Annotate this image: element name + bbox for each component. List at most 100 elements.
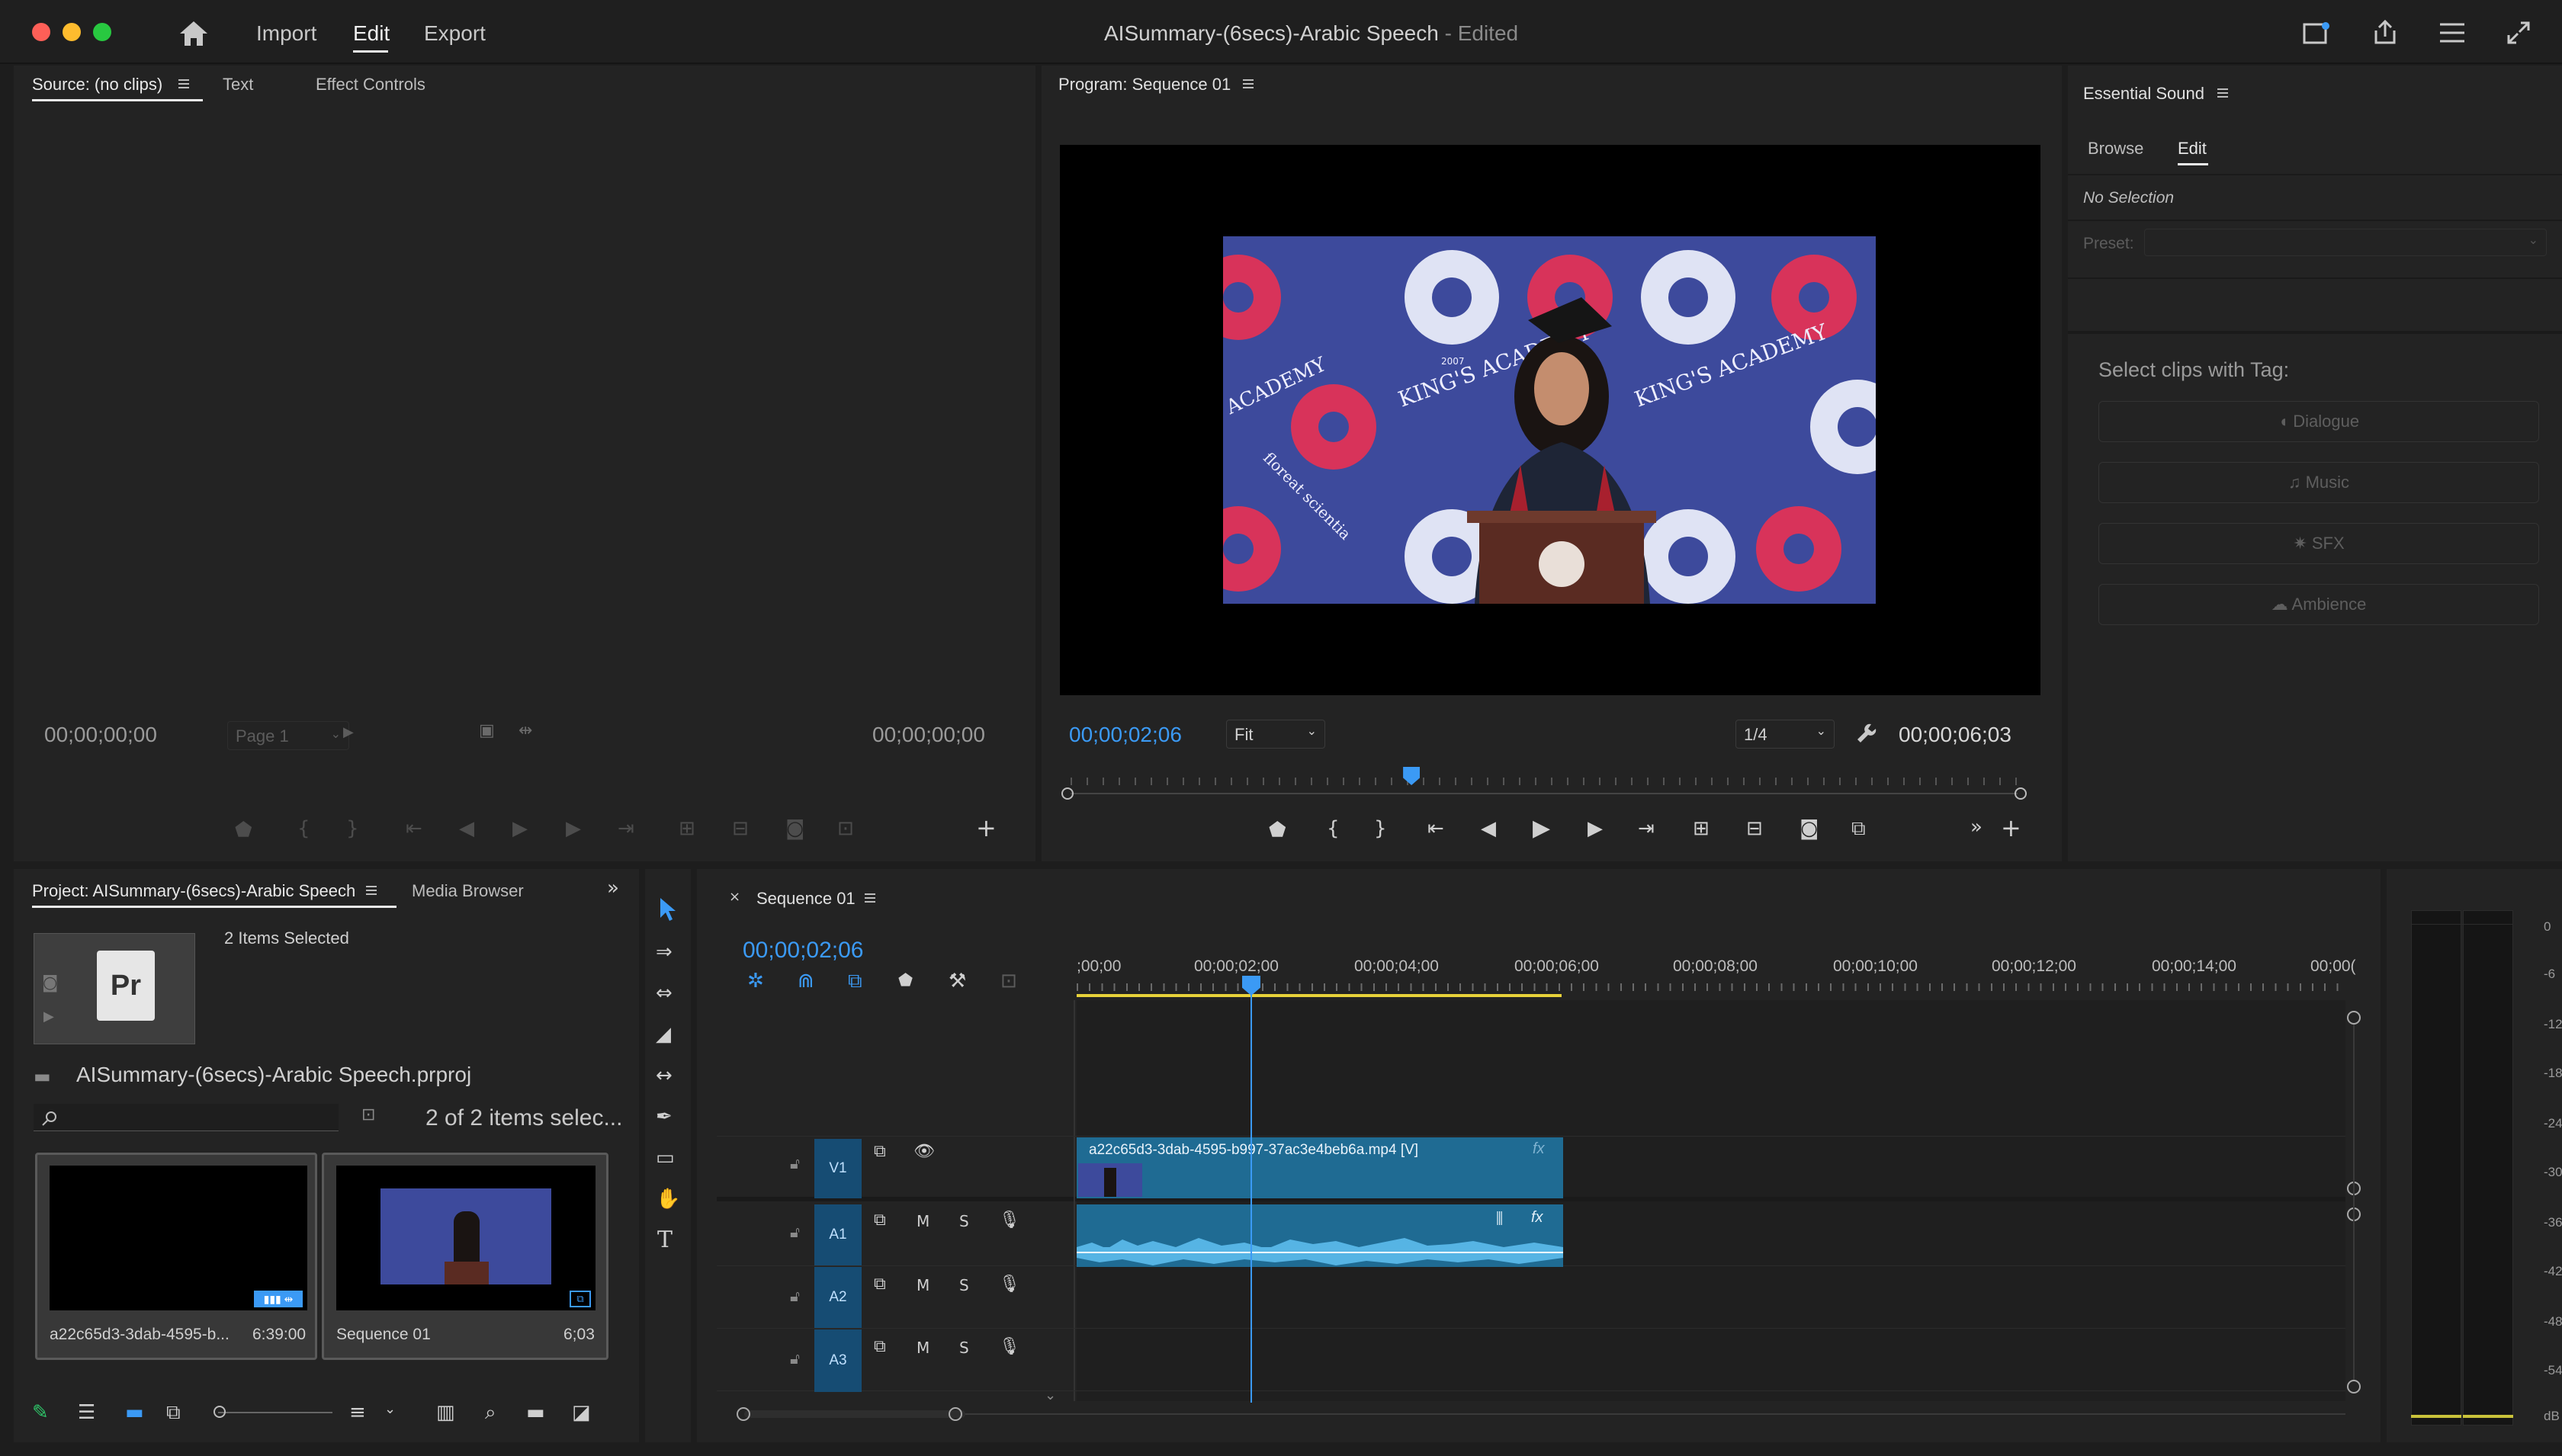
resize-corner-icon[interactable]: ⌄ (1045, 1389, 1056, 1403)
play-icon[interactable]: ▶ (512, 819, 528, 839)
new-item-icon[interactable]: ◪ (572, 1403, 591, 1422)
overwrite-icon[interactable]: ⊟ (732, 819, 749, 839)
tab-project-menu-icon[interactable] (364, 884, 378, 896)
essential-sound-menu-icon[interactable] (2216, 87, 2230, 99)
solo-button[interactable]: S (959, 1340, 969, 1355)
camera-icon[interactable]: ◙ (785, 819, 804, 839)
play-small-icon[interactable]: ▶ (343, 726, 354, 739)
project-item-clip[interactable]: ▮▮▮ ⇹ a22c65d3-3dab-4595-b... 6:39:00 (35, 1153, 317, 1360)
search-input[interactable] (34, 1104, 339, 1131)
toggle-sync-icon[interactable]: ⧉ (874, 1212, 886, 1229)
chevron-down-icon[interactable]: ⌄ (384, 1403, 396, 1416)
insert-icon[interactable]: ⊞ (679, 819, 695, 839)
track-select-icon[interactable]: ⇒ (656, 942, 673, 962)
panel-icon[interactable] (2303, 21, 2330, 46)
scroll-handle[interactable] (2347, 1380, 2361, 1393)
program-timecode[interactable]: 00;00;02;06 (1069, 723, 1182, 747)
hand-icon[interactable]: ✋ (656, 1189, 680, 1209)
source-timecode-in[interactable]: 00;00;00;00 (44, 723, 157, 747)
eye-icon[interactable]: 👁︎ (913, 1143, 935, 1160)
video-clip[interactable]: a22c65d3-3dab-4595-b997-37ac3e4beb6a.mp4… (1077, 1137, 1563, 1198)
solo-button[interactable]: S (959, 1278, 969, 1293)
zoom-slider[interactable] (214, 1406, 332, 1418)
lock-icon[interactable]: 🔓︎ (790, 1156, 800, 1171)
tab-project[interactable]: Project: AISummary-(6secs)-Arabic Speech (32, 881, 355, 901)
audio-clip[interactable]: ⫼ fx (1077, 1204, 1563, 1267)
new-search-bin-icon[interactable]: ⊡ (361, 1107, 375, 1124)
track-a1[interactable]: A1 (814, 1204, 862, 1265)
safe-margins-icon[interactable]: ▣ (479, 723, 495, 739)
type-icon[interactable]: T (657, 1229, 673, 1252)
horizontal-scroll-thumb[interactable] (744, 1410, 965, 1418)
play-icon[interactable]: ▶ (1533, 817, 1550, 840)
fullscreen-icon[interactable] (2506, 20, 2532, 46)
scrubber-end-handle[interactable] (2015, 787, 2027, 800)
pencil-icon[interactable]: ✎ (32, 1403, 49, 1422)
program-scrubber[interactable] (1061, 767, 2027, 805)
go-to-in-icon[interactable]: ⇤ (406, 819, 422, 839)
home-icon[interactable] (178, 20, 209, 47)
mark-in-icon[interactable]: { (297, 819, 310, 839)
page-dropdown[interactable]: Page 1 ⌄ (227, 721, 349, 750)
mark-out-icon[interactable]: } (346, 819, 359, 839)
menu-lines-icon[interactable] (2438, 21, 2466, 44)
sequence-menu-icon[interactable] (863, 892, 877, 904)
tab-edit[interactable]: Edit (2178, 139, 2207, 159)
audio-clip-fx[interactable]: fx (1531, 1209, 1543, 1227)
add-marker-icon[interactable]: ⬟ (1269, 820, 1286, 840)
menu-import[interactable]: Import (256, 21, 316, 46)
step-forward-icon[interactable]: ▶ (1588, 819, 1603, 839)
list-view-icon[interactable]: ☰ (78, 1403, 95, 1422)
program-menu-icon[interactable] (1241, 78, 1255, 90)
slip-icon[interactable]: ↔ (656, 1066, 673, 1086)
go-to-in-icon[interactable]: ⇤ (1427, 819, 1444, 839)
lift-icon[interactable]: ⊞ (1693, 819, 1710, 839)
wrench-icon[interactable] (1856, 723, 1877, 744)
selection-tool-icon[interactable] (657, 896, 679, 922)
nest-icon[interactable]: ✲ (747, 971, 764, 991)
fit-dropdown[interactable]: Fit ⌄ (1226, 720, 1325, 749)
zoom-slider-handle[interactable] (214, 1406, 226, 1418)
lock-icon[interactable]: 🔓︎ (790, 1288, 800, 1304)
extract-icon[interactable]: ⊟ (1746, 819, 1763, 839)
overflow-icon[interactable]: » (1970, 817, 1982, 837)
ripple-icon[interactable]: ⇔ (656, 983, 673, 1003)
tab-browse[interactable]: Browse (2088, 139, 2143, 159)
project-item-sequence[interactable]: ⧉ Sequence 01 6;03 (322, 1153, 608, 1360)
scrubber-start-handle[interactable] (1061, 787, 1074, 800)
sfx-button[interactable]: ✷ SFX (2098, 523, 2539, 564)
mark-out-icon[interactable]: } (1374, 819, 1387, 839)
work-area-bar[interactable] (1077, 994, 1562, 997)
menu-edit[interactable]: Edit (353, 21, 390, 46)
program-title[interactable]: Program: Sequence 01 (1058, 75, 1231, 95)
video-clip-fx[interactable]: fx (1533, 1140, 1545, 1158)
drag-video-icon[interactable]: ⇹ (518, 723, 532, 739)
add-button-icon[interactable]: + (2001, 816, 2021, 840)
settings-icon[interactable]: ⊡ (837, 819, 854, 839)
track-v1[interactable]: V1 (814, 1139, 862, 1198)
scroll-handle[interactable] (2347, 1011, 2361, 1025)
tab-source[interactable]: Source: (no clips) (32, 75, 162, 95)
toggle-sync-icon[interactable]: ⧉ (874, 1276, 886, 1293)
rectangle-icon[interactable]: ▭ (656, 1148, 675, 1168)
mic-icon[interactable]: 🎙︎ (999, 1276, 1020, 1293)
mute-button[interactable]: M (917, 1278, 929, 1293)
mark-in-icon[interactable]: { (1327, 819, 1340, 839)
step-back-icon[interactable]: ◀ (1481, 819, 1496, 839)
go-to-out-icon[interactable]: ⇥ (1638, 819, 1655, 839)
linked-selection-icon[interactable]: ⧉ (848, 971, 862, 991)
freeform-view-icon[interactable]: ⧉ (166, 1403, 181, 1422)
timeline-timecode[interactable]: 00;00;02;06 (743, 938, 863, 964)
razor-icon[interactable]: ◢ (656, 1025, 671, 1044)
share-icon[interactable] (2371, 18, 2399, 46)
step-back-icon[interactable]: ◀ (459, 819, 474, 839)
zoom-window-button[interactable] (93, 23, 111, 41)
ambience-button[interactable]: ☁ Ambience (2098, 584, 2539, 625)
dialogue-button[interactable]: ◖ Dialogue (2098, 401, 2539, 442)
tab-media-browser[interactable]: Media Browser (412, 881, 524, 901)
track-a3[interactable]: A3 (814, 1329, 862, 1392)
vertical-scroll-track[interactable] (2353, 1025, 2355, 1380)
pen-icon[interactable]: ✒ (656, 1107, 673, 1127)
tab-text[interactable]: Text (223, 75, 253, 95)
resolution-dropdown[interactable]: 1/4 ⌄ (1735, 720, 1835, 749)
